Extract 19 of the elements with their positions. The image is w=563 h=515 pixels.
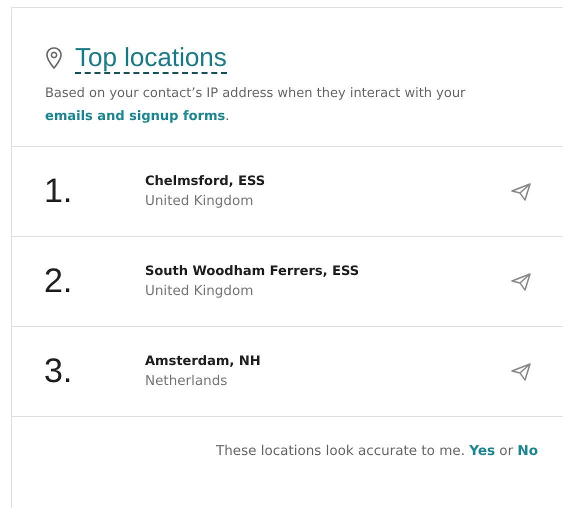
country-name: Netherlands: [145, 373, 228, 389]
description-text: Based on your contact’s IP address when they interact with your emails and signup forms.: [45, 85, 466, 126]
city-name: Amsterdam, NH: [145, 354, 262, 369]
paper-plane-icon[interactable]: [511, 362, 531, 380]
city-name: South Woodham Ferrers, ESS: [145, 264, 360, 279]
city-name: Chelmsford, ESS: [145, 174, 266, 189]
country-name: United Kingdom: [145, 283, 254, 299]
accuracy-prompt: These locations look accurate to me. Yes or No: [216, 443, 538, 459]
emails-and-forms-link[interactable]: emails and signup forms: [45, 109, 226, 124]
no-link[interactable]: No: [517, 443, 538, 459]
paper-plane-icon[interactable]: [511, 182, 531, 200]
rank-number: 2.: [43, 262, 74, 301]
country-name: United Kingdom: [145, 193, 254, 209]
section-title[interactable]: Top locations: [75, 42, 227, 74]
rank-number: 3.: [43, 352, 74, 391]
yes-link[interactable]: Yes: [469, 443, 496, 459]
location-pin-icon: [45, 46, 63, 70]
rank-number: 1.: [43, 172, 74, 211]
paper-plane-icon[interactable]: [511, 272, 531, 290]
